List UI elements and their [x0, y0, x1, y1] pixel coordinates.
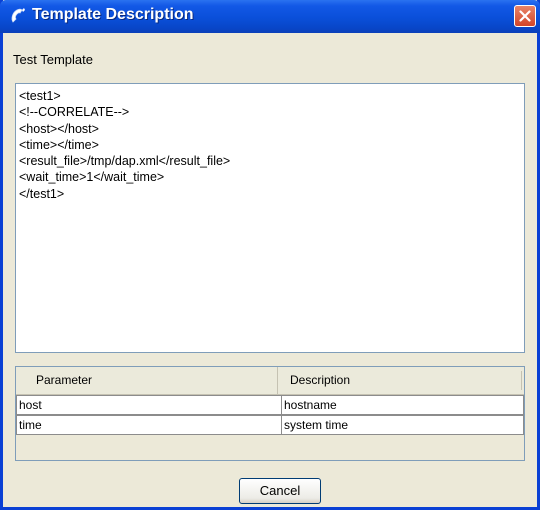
header-divider: [521, 371, 522, 390]
template-description-dialog: Template Description Test Template <test…: [0, 0, 540, 510]
cell-parameter[interactable]: time: [16, 415, 281, 435]
telephone-handset-icon: [9, 7, 27, 25]
table-row[interactable]: host hostname: [16, 395, 524, 415]
table-header: Parameter Description: [16, 367, 524, 395]
template-xml-textarea[interactable]: <test1> <!--CORRELATE--> <host></host> <…: [15, 83, 525, 353]
title-bar[interactable]: Template Description: [0, 0, 540, 33]
close-icon: [519, 10, 531, 22]
cell-description[interactable]: system time: [281, 415, 524, 435]
column-header-parameter[interactable]: Parameter: [16, 367, 278, 394]
table-row[interactable]: time system time: [16, 415, 524, 435]
column-header-description[interactable]: Description: [278, 367, 524, 394]
cancel-button[interactable]: Cancel: [239, 478, 321, 504]
template-name-label: Test Template: [13, 52, 93, 67]
parameter-table[interactable]: Parameter Description host hostname time…: [15, 366, 525, 461]
close-button[interactable]: [514, 5, 536, 27]
dialog-title: Template Description: [32, 6, 194, 23]
cell-description[interactable]: hostname: [281, 395, 524, 415]
cell-parameter[interactable]: host: [16, 395, 281, 415]
